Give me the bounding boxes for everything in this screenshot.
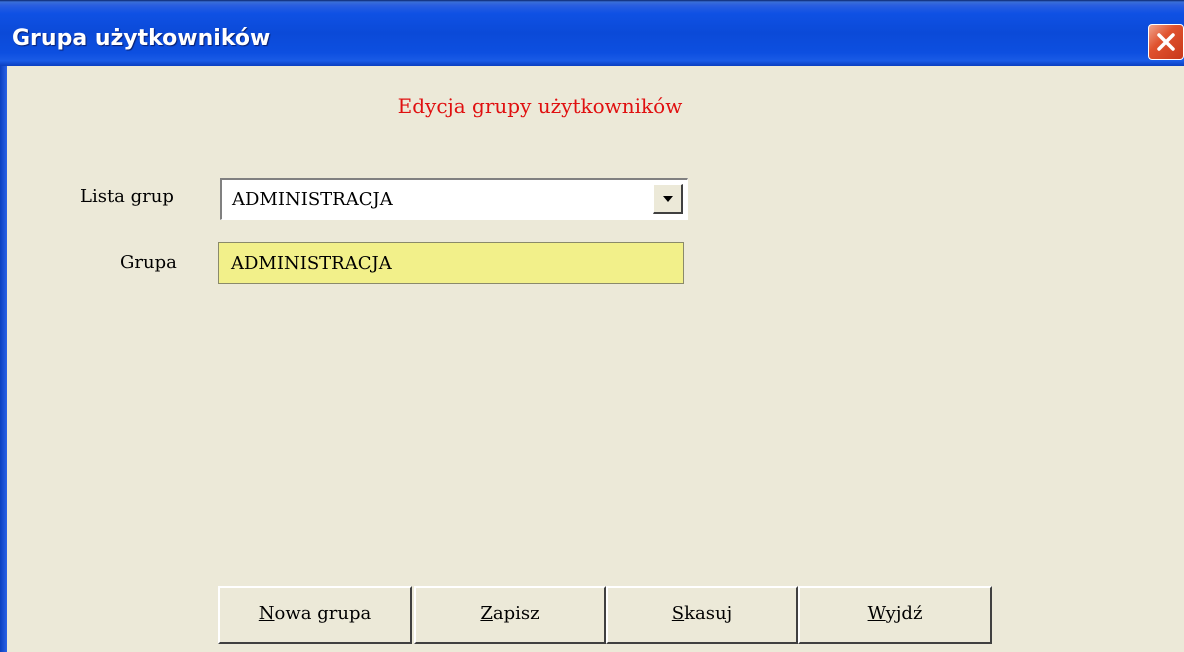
exit-button[interactable]: Wyjdź bbox=[798, 586, 992, 644]
group-label: Grupa bbox=[120, 252, 177, 273]
title-bar[interactable]: Grupa użytkowników bbox=[0, 0, 1184, 66]
group-list-label: Lista grup bbox=[80, 186, 174, 207]
group-list-dropdown[interactable]: ADMINISTRACJA bbox=[220, 178, 688, 220]
window-border bbox=[0, 66, 7, 652]
new-group-label: owa grupa bbox=[274, 603, 372, 624]
save-button[interactable]: Zapisz bbox=[414, 586, 606, 644]
window-title: Grupa użytkowników bbox=[12, 26, 271, 51]
save-mnemonic: Z bbox=[480, 603, 493, 624]
new-group-button[interactable]: Nowa grupa bbox=[218, 586, 412, 644]
group-name-field[interactable]: ADMINISTRACJA bbox=[218, 242, 684, 284]
delete-button[interactable]: Skasuj bbox=[606, 586, 798, 644]
dialog-window: Grupa użytkowników Edycja grupy użytkown… bbox=[0, 0, 1184, 652]
form-heading: Edycja grupy użytkowników bbox=[397, 94, 683, 118]
delete-mnemonic: S bbox=[671, 603, 685, 624]
close-button[interactable] bbox=[1148, 24, 1184, 60]
group-name-value: ADMINISTRACJA bbox=[231, 253, 392, 274]
group-list-selected-value: ADMINISTRACJA bbox=[232, 189, 393, 210]
exit-label: yjdź bbox=[885, 603, 923, 624]
dropdown-button[interactable] bbox=[653, 184, 683, 214]
new-group-mnemonic: N bbox=[258, 603, 275, 624]
exit-mnemonic: W bbox=[867, 603, 886, 624]
save-label: apisz bbox=[492, 603, 540, 624]
delete-label: kasuj bbox=[684, 603, 733, 624]
